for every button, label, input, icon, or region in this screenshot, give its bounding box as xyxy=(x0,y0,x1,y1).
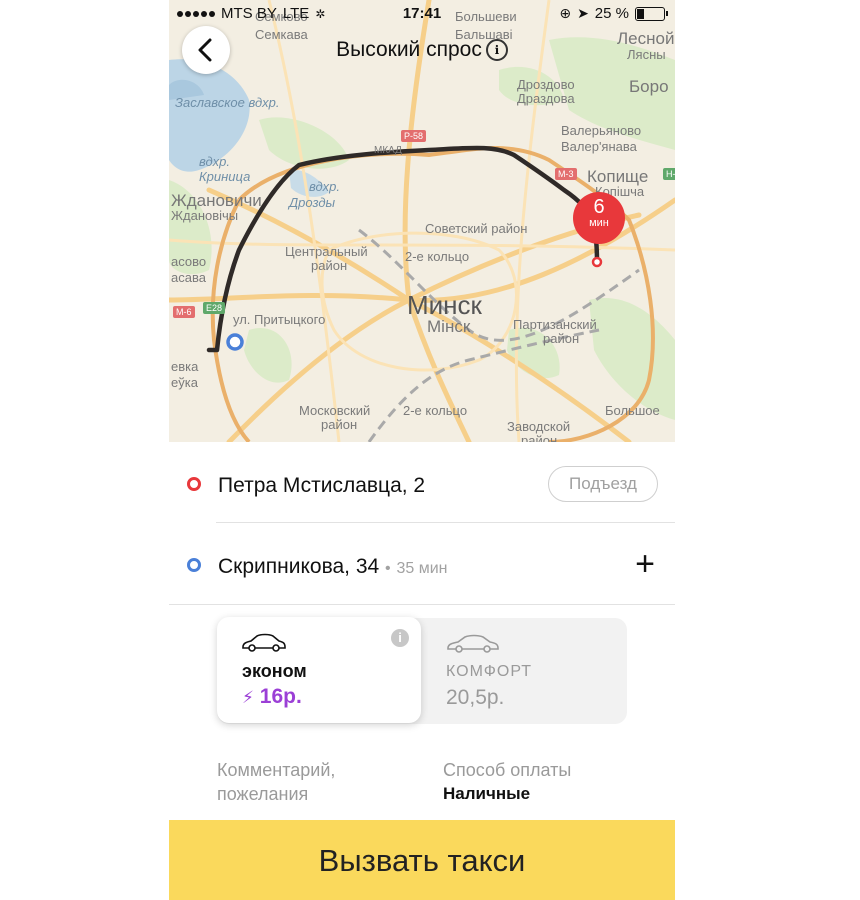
map-label: Большое xyxy=(605,403,660,418)
map-label: асава xyxy=(171,270,206,285)
surge-lightning-icon: ⚡ xyxy=(242,688,254,707)
comment-label-line2: пожелания xyxy=(217,784,309,804)
divider xyxy=(169,604,675,605)
map-label: район xyxy=(521,433,558,442)
map-label: Московский xyxy=(299,403,371,418)
map-label: район xyxy=(321,417,358,432)
map-label: Драздова xyxy=(517,91,575,106)
destination-pin-icon xyxy=(187,558,201,572)
tariff-selector: i эконом ⚡ 16р. КОМФОРТ 20,5р. xyxy=(217,617,627,724)
tariff-name: КОМФОРТ xyxy=(446,663,533,680)
pickup-address-row[interactable]: Петра Мстиславца, 2 Подъезд xyxy=(169,444,675,524)
eta-unit: мин xyxy=(589,217,609,229)
destination-travel-time: 35 мин xyxy=(396,560,448,577)
road-sign: М-3 xyxy=(555,168,577,180)
payment-option[interactable]: Способ оплаты Наличные xyxy=(443,758,571,806)
location-arrow-icon: ➤ xyxy=(577,5,589,21)
map-label: Мінск xyxy=(427,317,471,336)
destination-address: Скрипникова, 34 • 35 мин xyxy=(218,555,448,579)
map-label: ул. Притыцкого xyxy=(233,312,326,327)
info-icon[interactable]: ℹ xyxy=(485,39,508,61)
battery-percent: 25 % xyxy=(594,5,629,22)
map-label: МКАД xyxy=(374,145,402,156)
map-label: асово xyxy=(171,254,207,269)
map-label: Заводской xyxy=(507,419,571,434)
map-label: Валерьяново xyxy=(561,123,642,138)
status-bar: MTS BY LTE ✲ 17:41 ⊕ ➤ 25 % xyxy=(169,0,675,28)
map-label: Ждановичи xyxy=(171,191,262,210)
driver-eta-badge: 6 мин xyxy=(573,192,625,244)
map-label: 2-е кольцо xyxy=(403,403,468,418)
surge-title: Высокий спрос ℹ xyxy=(169,38,675,62)
map-label: Криница xyxy=(199,169,251,184)
comment-label-line1: Комментарий, xyxy=(217,760,336,780)
map-label: вдхр. xyxy=(309,179,341,194)
add-stop-button[interactable]: + xyxy=(635,547,655,581)
map-label: Боро xyxy=(629,77,669,96)
tariff-name: эконом xyxy=(242,661,307,681)
tariff-comfort[interactable]: КОМФОРТ 20,5р. xyxy=(431,618,627,724)
road-sign: М-6 xyxy=(173,306,195,318)
car-icon xyxy=(242,633,286,652)
pickup-pin-icon xyxy=(187,477,201,491)
map-label: Советский район xyxy=(425,221,528,236)
map-label: район xyxy=(311,258,348,273)
page-title: Высокий спрос xyxy=(336,38,482,61)
app-screen: Семково Семкава Большеви Бальшаві Лесной… xyxy=(169,0,675,900)
tariff-economy[interactable]: i эконом ⚡ 16р. xyxy=(217,617,421,723)
comment-option[interactable]: Комментарий, пожелания xyxy=(217,758,335,806)
eta-value: 6 xyxy=(593,196,605,218)
payment-value: Наличные xyxy=(443,784,531,803)
road-sign: Н- xyxy=(663,168,675,180)
map-label-city: Минск xyxy=(407,290,482,320)
road-sign: Р-58 xyxy=(401,130,427,142)
car-icon xyxy=(447,634,499,653)
divider xyxy=(216,522,675,523)
rotation-lock-icon: ⊕ xyxy=(559,5,572,21)
map-label: еўка xyxy=(171,375,198,390)
map-label: Партизанский xyxy=(513,317,597,332)
destination-name: Скрипникова, 34 xyxy=(218,555,380,578)
battery-icon xyxy=(635,6,668,21)
map-label: Дроздово xyxy=(517,77,575,92)
call-taxi-button[interactable]: Вызвать такси xyxy=(169,820,675,900)
map-label: Ждановічы xyxy=(171,208,239,223)
road-sign: E28 xyxy=(203,302,226,314)
map-label: Дрозды xyxy=(289,195,336,210)
map-label: Копище xyxy=(587,167,649,186)
pickup-address: Петра Мстиславца, 2 xyxy=(218,474,426,497)
tariff-price-value: 20,5р. xyxy=(446,686,505,709)
separator-dot: • xyxy=(385,560,391,577)
map-view[interactable]: Семково Семкава Большеви Бальшаві Лесной… xyxy=(169,0,675,442)
destination-address-row[interactable]: Скрипникова, 34 • 35 мин + xyxy=(169,525,675,605)
map-label: Заславское вдхр. xyxy=(175,95,280,110)
map-label: евка xyxy=(171,359,199,374)
tariff-price-value: 16р. xyxy=(259,685,302,708)
payment-label: Способ оплаты xyxy=(443,760,572,780)
map-label: Валер'янава xyxy=(561,139,637,154)
map-label: вдхр. xyxy=(199,154,231,169)
map-label: район xyxy=(543,331,580,346)
map-label: 2-е кольцо xyxy=(405,249,470,264)
tariff-info-icon[interactable]: i xyxy=(391,629,409,647)
porch-button[interactable]: Подъезд xyxy=(548,466,658,502)
tariff-price: ⚡ 16р. xyxy=(242,685,302,709)
map-label: Центральный xyxy=(285,244,368,259)
